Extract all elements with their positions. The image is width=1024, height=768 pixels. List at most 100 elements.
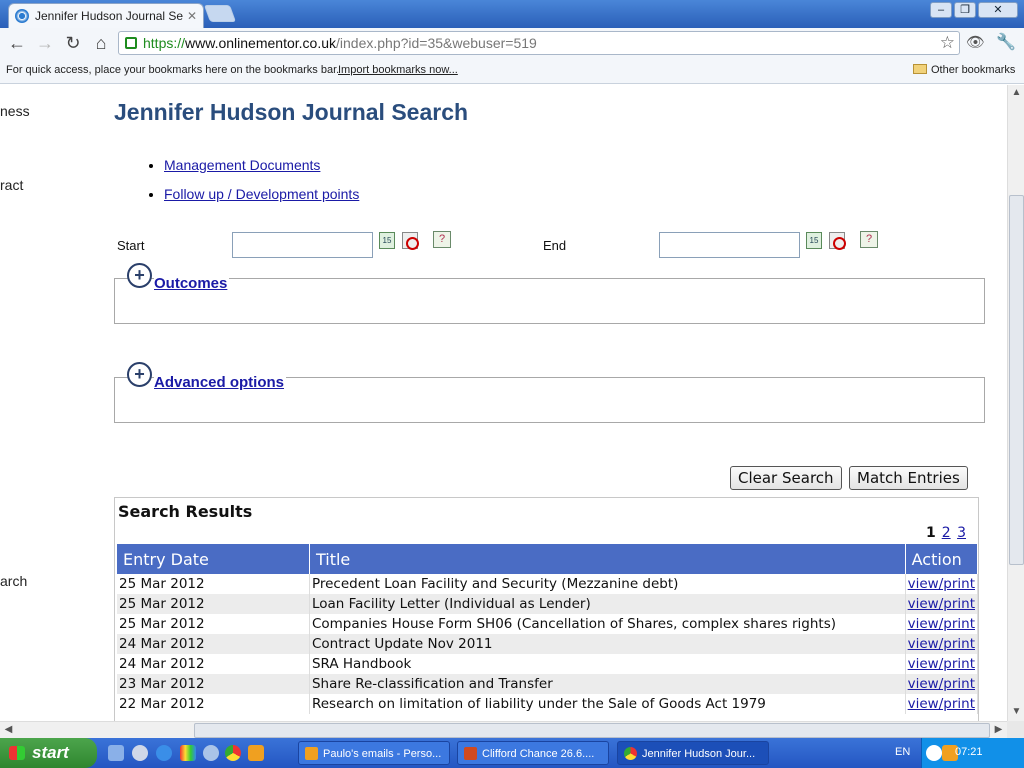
start-button[interactable]: start xyxy=(0,738,97,768)
clear-date-icon[interactable] xyxy=(829,232,846,250)
quicklaunch-chrome-icon[interactable] xyxy=(225,745,241,761)
entry-date-cell: 24 Mar 2012 xyxy=(117,634,310,654)
scrollbar-corner xyxy=(1007,721,1024,738)
address-bar[interactable]: https:// www.onlinementor.co.uk /index.p… xyxy=(118,31,960,55)
scroll-right-arrow-icon[interactable]: ▶ xyxy=(990,724,1007,735)
view-print-link[interactable]: view/print xyxy=(908,656,975,672)
left-nav-fragment[interactable]: ract xyxy=(0,177,23,193)
taskbar-task-powerpoint[interactable]: Clifford Chance 26.6.... xyxy=(457,741,609,765)
table-row: 23 Mar 2012 Share Re-classification and T… xyxy=(117,674,979,694)
management-documents-link[interactable]: Management Documents xyxy=(164,157,320,173)
end-label: End xyxy=(543,238,567,253)
bookmarks-message: For quick access, place your bookmarks h… xyxy=(6,64,340,76)
view-print-link[interactable]: view/print xyxy=(908,676,975,692)
url-host: www.onlinementor.co.uk xyxy=(185,35,336,51)
list-item: Management Documents xyxy=(164,151,359,180)
page-title: Jennifer Hudson Journal Search xyxy=(114,99,469,125)
system-tray: 07:21 xyxy=(921,738,1024,768)
outcomes-toggle[interactable]: Outcomes xyxy=(154,275,230,292)
view-print-link[interactable]: view/print xyxy=(908,616,975,632)
view-print-link[interactable]: view/print xyxy=(908,696,975,712)
wrench-menu-icon[interactable]: 🔧 xyxy=(996,32,1016,52)
left-nav-fragment[interactable]: ness xyxy=(0,103,30,119)
bookmark-star-icon[interactable]: ☆ xyxy=(940,33,955,53)
quicklaunch-ie-icon[interactable] xyxy=(156,745,172,761)
reload-icon[interactable]: ↻ xyxy=(62,32,84,54)
quicklaunch-explorer-icon[interactable] xyxy=(108,745,124,761)
tray-expand-icon[interactable] xyxy=(926,745,942,761)
help-icon[interactable]: ? xyxy=(433,231,451,248)
help-icon[interactable]: ? xyxy=(860,231,878,248)
action-cell: view/print xyxy=(905,654,979,674)
tab-close-icon[interactable]: ✕ xyxy=(187,9,197,23)
page-link[interactable]: 3 xyxy=(957,525,966,541)
advanced-options-toggle[interactable]: Advanced options xyxy=(154,374,287,391)
action-cell: view/print xyxy=(905,614,979,634)
forward-arrow-icon[interactable]: → xyxy=(34,32,56,54)
column-header-title[interactable]: Title xyxy=(309,544,906,574)
window-title-bar: Jennifer Hudson Journal Searc ✕ ‒ ❐ ✕ xyxy=(0,0,1024,28)
table-row: 25 Mar 2012 Precedent Loan Facility and S… xyxy=(117,574,979,594)
expand-advanced-icon[interactable]: + xyxy=(127,362,152,387)
match-entries-button[interactable]: Match Entries xyxy=(849,466,968,490)
import-bookmarks-link[interactable]: Import bookmarks now... xyxy=(338,64,458,76)
new-tab-button[interactable] xyxy=(203,5,237,22)
document-links-list: Management Documents Follow up / Develop… xyxy=(146,151,359,209)
end-date-input[interactable] xyxy=(659,232,800,258)
calendar-icon[interactable]: 15 xyxy=(806,232,822,249)
results-table: Entry Date Title Action 25 Mar 2012 Prece… xyxy=(117,544,979,714)
quicklaunch-app-icon[interactable] xyxy=(203,745,219,761)
expand-outcomes-icon[interactable]: + xyxy=(127,263,152,288)
tab-title: Jennifer Hudson Journal Searc xyxy=(35,9,183,23)
horizontal-scrollbar[interactable]: ◀ ▶ xyxy=(0,721,1007,738)
entry-date-cell: 22 Mar 2012 xyxy=(117,694,310,714)
column-header-entry-date[interactable]: Entry Date xyxy=(117,544,310,574)
taskbar: start Paulo's emails - Perso... Clifford… xyxy=(0,738,1024,768)
close-window-button[interactable]: ✕ xyxy=(978,2,1018,18)
view-print-link[interactable]: view/print xyxy=(908,636,975,652)
clear-search-button[interactable]: Clear Search xyxy=(730,466,842,490)
page-content: ness ract arch Jennifer Hudson Journal S… xyxy=(0,85,1007,721)
view-print-link[interactable]: view/print xyxy=(908,596,975,612)
clear-date-icon[interactable] xyxy=(402,232,419,250)
follow-up-link[interactable]: Follow up / Development points xyxy=(164,186,359,202)
action-cell: view/print xyxy=(905,674,979,694)
scroll-up-arrow-icon[interactable]: ▲ xyxy=(1008,87,1024,98)
maximize-button[interactable]: ❐ xyxy=(954,2,976,18)
quicklaunch-outlook-icon[interactable] xyxy=(248,745,264,761)
entry-date-cell: 23 Mar 2012 xyxy=(117,674,310,694)
title-cell: Precedent Loan Facility and Security (Me… xyxy=(309,574,906,594)
quicklaunch-picasa-icon[interactable] xyxy=(180,745,196,761)
start-label: Start xyxy=(117,238,145,253)
language-indicator[interactable]: EN xyxy=(895,746,910,758)
column-header-action: Action xyxy=(905,544,979,574)
extension-eye-icon[interactable]: 👁 xyxy=(966,33,985,51)
bookmarks-bar: For quick access, place your bookmarks h… xyxy=(0,58,1024,84)
scroll-left-arrow-icon[interactable]: ◀ xyxy=(0,724,17,735)
results-heading: Search Results xyxy=(118,502,253,521)
start-date-input[interactable] xyxy=(232,232,373,258)
table-row: 25 Mar 2012 Companies House Form SH06 (Ca… xyxy=(117,614,979,634)
calendar-icon[interactable]: 15 xyxy=(379,232,395,249)
action-cell: view/print xyxy=(905,594,979,614)
view-print-link[interactable]: view/print xyxy=(908,576,975,592)
back-arrow-icon[interactable]: ← xyxy=(6,32,28,54)
scroll-down-arrow-icon[interactable]: ▼ xyxy=(1008,706,1024,717)
horizontal-scroll-thumb[interactable] xyxy=(194,723,990,738)
vertical-scrollbar[interactable]: ▲ ▼ xyxy=(1007,85,1024,721)
task-label: Clifford Chance 26.6.... xyxy=(482,748,595,760)
title-cell: Contract Update Nov 2011 xyxy=(309,634,906,654)
task-label: Jennifer Hudson Jour... xyxy=(642,748,756,760)
url-path: /index.php?id=35&webuser=519 xyxy=(336,35,537,51)
vertical-scroll-thumb[interactable] xyxy=(1009,195,1024,565)
page-link[interactable]: 2 xyxy=(942,525,951,541)
home-icon[interactable]: ⌂ xyxy=(90,32,112,54)
browser-tab-active[interactable]: Jennifer Hudson Journal Searc ✕ xyxy=(8,3,204,28)
taskbar-task-outlook[interactable]: Paulo's emails - Perso... xyxy=(298,741,450,765)
chrome-icon xyxy=(624,747,637,760)
taskbar-task-chrome[interactable]: Jennifer Hudson Jour... xyxy=(617,741,769,765)
quicklaunch-media-icon[interactable] xyxy=(132,745,148,761)
left-nav-fragment[interactable]: arch xyxy=(0,573,27,589)
other-bookmarks-button[interactable]: Other bookmarks xyxy=(913,64,1015,76)
minimize-button[interactable]: ‒ xyxy=(930,2,952,18)
